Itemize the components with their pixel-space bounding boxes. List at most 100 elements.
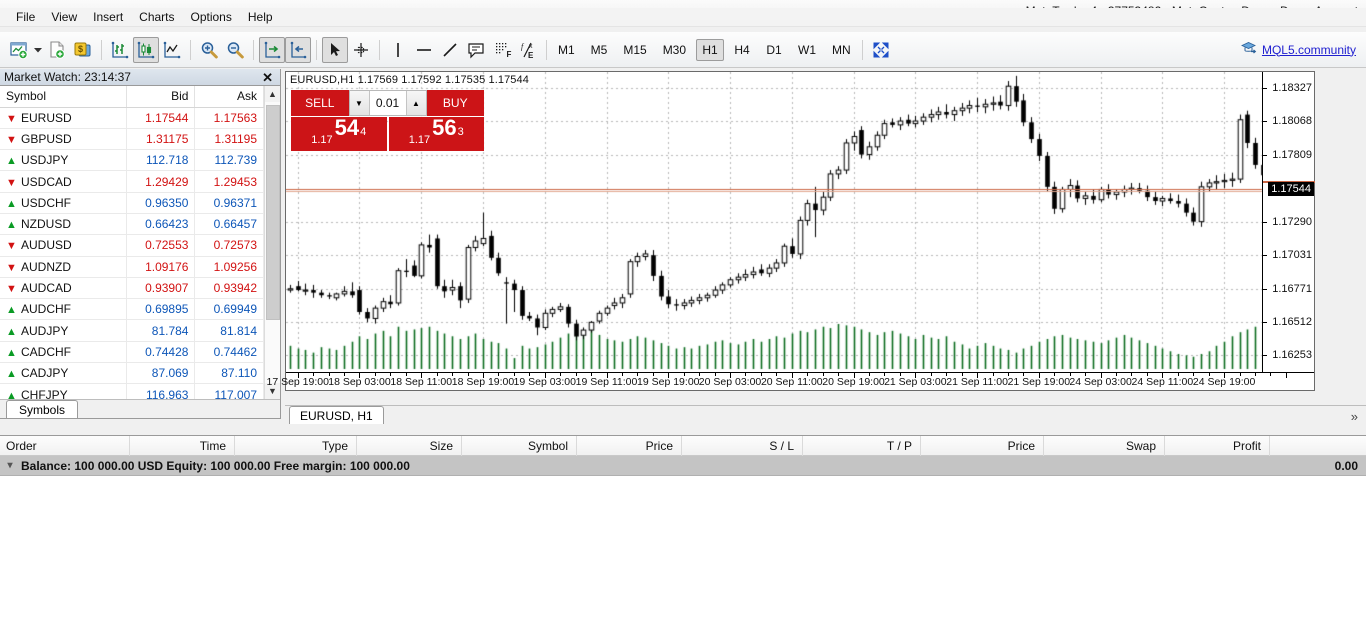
timeframe-m5[interactable]: M5 <box>585 39 614 61</box>
ask-cell[interactable]: 1.29453 <box>194 170 264 193</box>
sell-button[interactable]: SELL <box>291 90 349 116</box>
terminal-column-time[interactable]: Time <box>130 435 235 456</box>
timeframe-m1[interactable]: M1 <box>552 39 581 61</box>
timeframe-mn[interactable]: MN <box>826 39 857 61</box>
column-header-symbol[interactable]: Symbol <box>0 86 127 108</box>
mql5-community-link[interactable]: MQL5.community <box>1241 41 1360 58</box>
ask-cell[interactable]: 0.69949 <box>194 298 264 321</box>
table-row[interactable]: ▲ CHFJPY 116.963 117.007 <box>0 383 264 399</box>
table-row[interactable]: ▲ CADCHF 0.74428 0.74462 <box>0 341 264 364</box>
menu-item-insert[interactable]: Insert <box>85 9 131 25</box>
chart-window[interactable]: EURUSD,H1 1.17569 1.17592 1.17535 1.1754… <box>266 71 1315 391</box>
terminal-column-tp[interactable]: T / P <box>803 435 921 456</box>
symbol-cell[interactable]: ▼ GBPUSD <box>0 128 127 151</box>
sell-price-box[interactable]: 1.17 54 4 <box>291 117 387 151</box>
ask-cell[interactable]: 1.09256 <box>194 256 264 278</box>
bid-cell[interactable]: 116.963 <box>126 383 196 399</box>
table-row[interactable]: ▼ AUDNZD 1.09176 1.09256 <box>0 256 264 278</box>
timeframe-h4[interactable]: H4 <box>728 39 756 61</box>
scroll-up-icon[interactable]: ▲ <box>264 86 280 102</box>
symbol-cell[interactable]: ▼ AUDCAD <box>0 277 127 300</box>
close-icon[interactable]: ✕ <box>259 71 276 84</box>
table-row[interactable]: ▲ USDJPY 112.718 112.739 <box>0 149 264 172</box>
cursor-icon[interactable] <box>322 36 348 63</box>
timeframe-w1[interactable]: W1 <box>792 39 822 61</box>
table-row[interactable]: ▲ AUDCHF 0.69895 0.69949 <box>0 298 264 321</box>
tabs-overflow-icon[interactable]: » <box>1351 409 1366 424</box>
ask-cell[interactable]: 81.814 <box>194 319 264 342</box>
terminal-column-type[interactable]: Type <box>235 435 357 456</box>
volume-stepper[interactable]: ▼ 0.01 ▲ <box>348 90 427 116</box>
menu-item-options[interactable]: Options <box>183 9 240 25</box>
terminal-orders-area[interactable] <box>0 476 1366 634</box>
account-summary-row[interactable]: ▾ Balance: 100 000.00 USD Equity: 100 00… <box>0 456 1366 476</box>
terminal-column-swap[interactable]: Swap <box>1044 435 1165 456</box>
symbol-cell[interactable]: ▲ AUDJPY <box>0 319 127 342</box>
new-chart-dropdown-icon[interactable] <box>32 37 44 63</box>
trendline-icon[interactable] <box>437 37 463 63</box>
tab-symbols[interactable]: Symbols <box>6 400 79 418</box>
symbol-cell[interactable]: ▼ AUDUSD <box>0 234 127 257</box>
bid-cell[interactable]: 0.96350 <box>126 192 196 214</box>
symbol-cell[interactable]: ▲ CHFJPY <box>0 383 127 399</box>
line-chart-icon[interactable] <box>159 37 185 63</box>
chart-shift-icon[interactable] <box>259 36 285 63</box>
crosshair-icon[interactable] <box>348 37 374 63</box>
bid-cell[interactable]: 87.069 <box>126 362 196 385</box>
ask-cell[interactable]: 0.72573 <box>194 234 264 257</box>
fullscreen-icon[interactable] <box>868 37 894 63</box>
table-row[interactable]: ▼ GBPUSD 1.31175 1.31195 <box>0 128 264 151</box>
table-row[interactable]: ▲ CADJPY 87.069 87.110 <box>0 362 264 385</box>
expand-collapse-icon[interactable]: ▾ <box>4 460 16 472</box>
bid-cell[interactable]: 0.66423 <box>126 213 196 236</box>
table-row[interactable]: ▼ USDCAD 1.29429 1.29453 <box>0 170 264 193</box>
symbol-cell[interactable]: ▼ EURUSD <box>0 107 127 129</box>
timeframe-d1[interactable]: D1 <box>760 39 788 61</box>
volume-value[interactable]: 0.01 <box>370 91 406 115</box>
ask-cell[interactable]: 1.31195 <box>194 128 264 151</box>
symbol-cell[interactable]: ▲ CADJPY <box>0 362 127 385</box>
table-row[interactable]: ▼ AUDUSD 0.72553 0.72573 <box>0 234 264 257</box>
bid-cell[interactable]: 81.784 <box>126 319 196 342</box>
zoom-in-icon[interactable] <box>196 37 222 63</box>
terminal-column-size[interactable]: Size <box>357 435 462 456</box>
fibonacci-icon[interactable]: F <box>489 37 515 63</box>
bid-cell[interactable]: 1.29429 <box>126 170 196 193</box>
vertical-line-icon[interactable] <box>385 37 411 63</box>
text-label-icon[interactable] <box>463 37 489 63</box>
terminal-column-profit[interactable]: Profit <box>1165 435 1270 456</box>
terminal-column-price[interactable]: Price <box>921 435 1044 456</box>
timeframe-m15[interactable]: M15 <box>617 39 652 61</box>
menu-item-view[interactable]: View <box>43 9 85 25</box>
table-row[interactable]: ▼ EURUSD 1.17544 1.17563 <box>0 107 264 129</box>
volume-increment-icon[interactable]: ▲ <box>405 91 426 115</box>
menu-item-file[interactable]: File <box>8 9 43 25</box>
ask-cell[interactable]: 1.17563 <box>194 107 264 129</box>
candlestick-chart-icon[interactable] <box>133 36 159 63</box>
bar-chart-icon[interactable] <box>107 37 133 63</box>
buy-button[interactable]: BUY <box>426 90 484 116</box>
auto-scroll-icon[interactable] <box>285 36 311 63</box>
ask-cell[interactable]: 0.66457 <box>194 213 264 236</box>
symbol-cell[interactable]: ▲ CADCHF <box>0 341 127 364</box>
symbol-cell[interactable]: ▼ AUDNZD <box>0 256 127 278</box>
symbol-cell[interactable]: ▲ USDCHF <box>0 192 127 214</box>
ask-cell[interactable]: 117.007 <box>194 383 264 399</box>
column-header-ask[interactable]: Ask <box>194 86 264 108</box>
ask-cell[interactable]: 0.93942 <box>194 277 264 300</box>
menu-item-charts[interactable]: Charts <box>131 9 182 25</box>
terminal-column-order[interactable]: Order <box>0 435 130 456</box>
terminal-column-price[interactable]: Price <box>577 435 682 456</box>
ask-cell[interactable]: 87.110 <box>194 362 264 385</box>
symbol-cell[interactable]: ▲ AUDCHF <box>0 298 127 321</box>
new-order-icon[interactable] <box>44 37 70 63</box>
terminal-column-symbol[interactable]: Symbol <box>462 435 577 456</box>
bid-cell[interactable]: 1.31175 <box>126 128 196 151</box>
expert-advisor-icon[interactable]: f x E <box>515 37 541 63</box>
bid-cell[interactable]: 0.69895 <box>126 298 196 321</box>
timeframe-m30[interactable]: M30 <box>657 39 692 61</box>
bid-cell[interactable]: 0.93907 <box>126 277 196 300</box>
buy-price-box[interactable]: 1.17 56 3 <box>388 117 484 151</box>
zoom-out-icon[interactable] <box>222 37 248 63</box>
bid-cell[interactable]: 0.72553 <box>126 234 196 257</box>
